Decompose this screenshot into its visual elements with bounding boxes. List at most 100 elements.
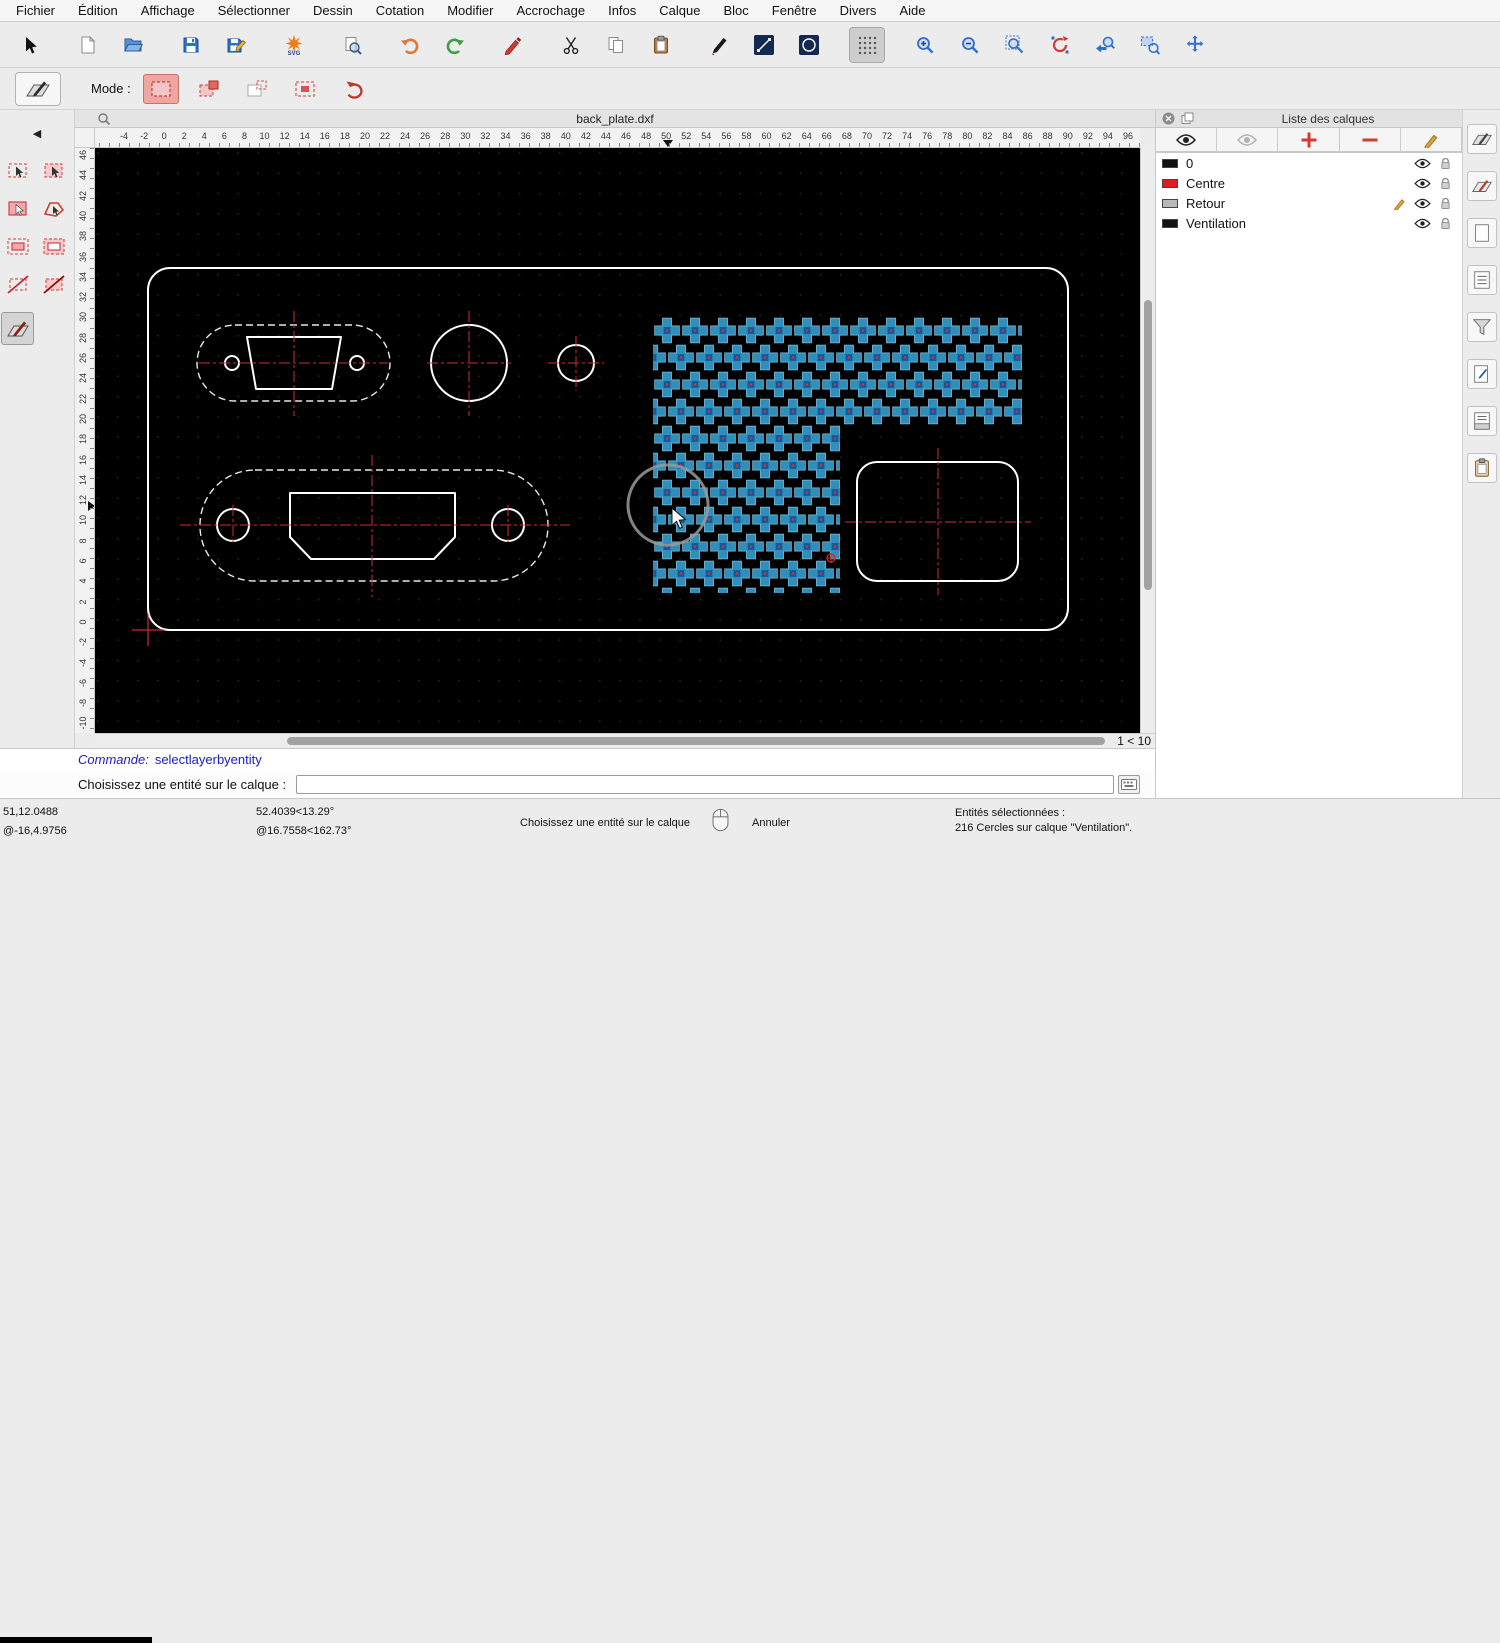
layer-row-centre[interactable]: Centre <box>1156 173 1462 193</box>
dock-tool-options-button[interactable] <box>1467 124 1497 154</box>
layer-row-0[interactable]: 0 <box>1156 153 1462 173</box>
menu-item-bloc[interactable]: Bloc <box>723 3 748 18</box>
v-ruler: 4644424038363432302826242220181614121086… <box>75 148 95 733</box>
ellipse-tool-button[interactable] <box>791 27 827 63</box>
layer-visibility-icon[interactable] <box>1413 178 1431 189</box>
select-intersected-icon <box>6 273 30 297</box>
open-file-button[interactable] <box>115 27 151 63</box>
draw-pen-button[interactable] <box>701 27 737 63</box>
select-layer-button[interactable] <box>1 312 34 345</box>
layer-lock-icon[interactable] <box>1436 217 1454 230</box>
horizontal-scrollbar[interactable] <box>95 733 1105 748</box>
minus-icon <box>1361 131 1379 149</box>
dock-layer-list-button[interactable] <box>1467 171 1497 201</box>
h-ruler-tick: 76 <box>922 131 932 141</box>
dock-library-browser-button[interactable] <box>1467 359 1497 389</box>
layer-row-retour[interactable]: Retour <box>1156 193 1462 213</box>
mode-button-4[interactable] <box>287 74 323 104</box>
layer-lock-icon[interactable] <box>1436 197 1454 210</box>
edit-layer-button[interactable] <box>1401 128 1462 152</box>
h-scroll-thumb[interactable] <box>287 737 1105 745</box>
dock-selection-filter-button[interactable] <box>1467 312 1497 342</box>
drawing-canvas[interactable] <box>95 148 1140 733</box>
select-all-button[interactable] <box>37 154 70 187</box>
menu-item-accrochage[interactable]: Accrochage <box>516 3 585 18</box>
mode-reset-button[interactable] <box>339 74 373 104</box>
layer-visibility-icon[interactable] <box>1413 158 1431 169</box>
v-scroll-thumb[interactable] <box>1144 300 1152 590</box>
hide-all-layers-button[interactable] <box>1217 128 1278 152</box>
collapse-panel-button[interactable]: ◀ <box>26 124 48 142</box>
save-button[interactable] <box>173 27 209 63</box>
dock-clipboard-button[interactable] <box>1467 453 1497 483</box>
zoom-pan-button[interactable] <box>1177 27 1213 63</box>
menu-item-selectionner[interactable]: Sélectionner <box>218 3 290 18</box>
ruler-corner <box>75 128 95 148</box>
menu-item-infos[interactable]: Infos <box>608 3 636 18</box>
deselect-intersected-button[interactable] <box>37 268 70 301</box>
menu-item-edition[interactable]: Édition <box>78 3 118 18</box>
zoom-previous-button[interactable] <box>1087 27 1123 63</box>
svg-export-button[interactable]: SVG <box>276 27 312 63</box>
paste-button[interactable] <box>643 27 679 63</box>
layer-row-ventilation[interactable]: Ventilation <box>1156 213 1462 233</box>
select-contour-button[interactable] <box>37 192 70 225</box>
mode-button-3[interactable] <box>239 74 275 104</box>
h-ruler-tick: 22 <box>380 131 390 141</box>
line-tool-button[interactable] <box>746 27 782 63</box>
select-cursor-button[interactable] <box>12 27 48 63</box>
layer-lock-icon[interactable] <box>1436 157 1454 170</box>
close-panel-button[interactable] <box>1162 112 1175 125</box>
menu-item-fenetre[interactable]: Fenêtre <box>772 3 817 18</box>
new-document-button[interactable] <box>70 27 106 63</box>
dock-blank-page-button[interactable] <box>1467 218 1497 248</box>
vertical-scrollbar[interactable] <box>1140 148 1155 733</box>
print-preview-button[interactable] <box>334 27 370 63</box>
dock-block-list-button[interactable] <box>1467 265 1497 295</box>
add-layer-button[interactable] <box>1278 128 1339 152</box>
deselect-all-button[interactable] <box>1 154 34 187</box>
dock-command-widget-button[interactable] <box>1467 406 1497 436</box>
save-as-button[interactable] <box>218 27 254 63</box>
grid-toggle-button[interactable] <box>849 27 885 63</box>
current-tool-button[interactable] <box>15 72 61 106</box>
zoom-redraw-button[interactable] <box>1042 27 1078 63</box>
menu-item-aide[interactable]: Aide <box>899 3 925 18</box>
mode-1-icon <box>150 80 172 98</box>
zoom-in-button[interactable] <box>907 27 943 63</box>
layer-visibility-icon[interactable] <box>1413 218 1431 229</box>
h-ruler-cursor-marker <box>663 140 673 147</box>
menu-item-divers[interactable]: Divers <box>840 3 877 18</box>
command-input[interactable] <box>296 775 1114 794</box>
layer-lock-icon[interactable] <box>1436 177 1454 190</box>
menu-item-modifier[interactable]: Modifier <box>447 3 493 18</box>
menu-item-calque[interactable]: Calque <box>659 3 700 18</box>
undo-button[interactable] <box>392 27 428 63</box>
menu-item-affichage[interactable]: Affichage <box>141 3 195 18</box>
zoom-window-button[interactable] <box>1132 27 1168 63</box>
show-all-layers-button[interactable] <box>1156 128 1217 152</box>
select-intersected-button[interactable] <box>1 268 34 301</box>
cut-button[interactable] <box>553 27 589 63</box>
keyboard-toggle-button[interactable] <box>1118 775 1140 794</box>
menu-item-cotation[interactable]: Cotation <box>376 3 424 18</box>
select-window-button[interactable] <box>1 230 34 263</box>
delete-button[interactable] <box>495 27 531 63</box>
copy-button[interactable] <box>598 27 634 63</box>
redo-button[interactable] <box>437 27 473 63</box>
blank-page-icon <box>1471 222 1493 244</box>
h-ruler-tick: 80 <box>962 131 972 141</box>
menu-item-fichier[interactable]: Fichier <box>16 3 55 18</box>
zoom-out-button[interactable] <box>952 27 988 63</box>
zoom-auto-button[interactable] <box>997 27 1033 63</box>
layer-visibility-icon[interactable] <box>1413 198 1431 209</box>
float-panel-button[interactable] <box>1181 112 1194 125</box>
deselect-window-button[interactable] <box>37 230 70 263</box>
remove-layer-button[interactable] <box>1340 128 1401 152</box>
grid-icon <box>857 35 877 55</box>
select-entity-button[interactable] <box>1 192 34 225</box>
mode-button-1[interactable] <box>143 74 179 104</box>
mode-button-2[interactable] <box>191 74 227 104</box>
menu-item-dessin[interactable]: Dessin <box>313 3 353 18</box>
h-ruler-tick: 84 <box>1003 131 1013 141</box>
